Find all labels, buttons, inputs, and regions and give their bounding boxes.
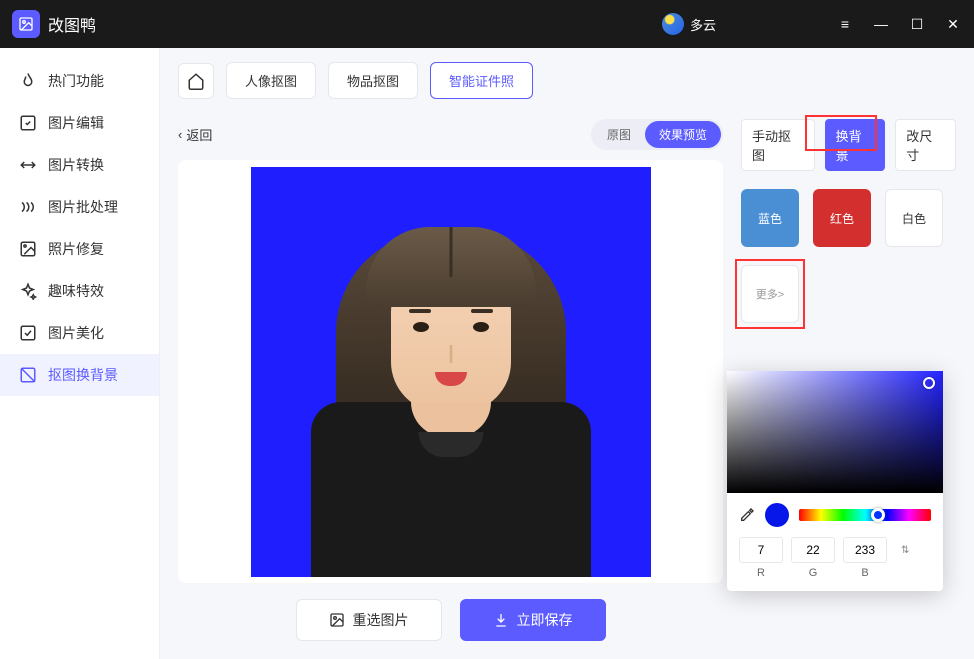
reselect-button[interactable]: 重选图片 [296,599,442,641]
close-button[interactable]: ✕ [944,16,962,33]
swatch-blue[interactable]: 蓝色 [741,189,799,247]
weather-icon [662,13,684,35]
weather-widget[interactable]: 多云 [662,13,716,35]
minimize-button[interactable]: — [872,16,890,33]
g-input[interactable] [791,537,835,563]
tab-idphoto[interactable]: 智能证件照 [430,62,533,99]
flame-icon [18,71,38,91]
rtab-resize[interactable]: 改尺寸 [895,119,956,171]
edit-icon [18,113,38,133]
app-title: 改图鸭 [48,12,96,36]
hue-cursor[interactable] [871,508,885,522]
toggle-preview[interactable]: 效果预览 [645,121,721,148]
titlebar: 改图鸭 多云 ≡ — ☐ ✕ [0,0,974,48]
app-logo-icon [12,10,40,38]
saturation-area[interactable] [727,371,943,493]
tab-object[interactable]: 物品抠图 [328,62,418,99]
sidebar-item-batch[interactable]: 图片批处理 [0,186,159,228]
weather-label: 多云 [690,15,716,34]
chevron-left-icon: ‹ [178,127,182,142]
photo-preview [251,167,651,577]
menu-button[interactable]: ≡ [836,16,854,33]
sidebar-item-beauty[interactable]: 图片美化 [0,312,159,354]
sidebar-item-edit[interactable]: 图片编辑 [0,102,159,144]
top-tabs: 人像抠图 物品抠图 智能证件照 [160,48,974,113]
convert-icon [18,155,38,175]
image-icon [329,612,345,628]
back-button[interactable]: ‹ 返回 [178,125,212,144]
sidebar-item-label: 图片美化 [48,323,104,343]
sparkle-icon [18,281,38,301]
cutout-icon [18,365,38,385]
toggle-original[interactable]: 原图 [593,121,645,148]
sidebar-item-label: 图片批处理 [48,197,118,217]
sidebar-item-label: 图片编辑 [48,113,104,133]
sidebar-item-repair[interactable]: 照片修复 [0,228,159,270]
sidebar-item-label: 照片修复 [48,239,104,259]
repair-icon [18,239,38,259]
canvas [178,160,723,583]
rtab-manual[interactable]: 手动抠图 [741,119,815,171]
save-button[interactable]: 立即保存 [460,599,606,641]
sidebar-item-effects[interactable]: 趣味特效 [0,270,159,312]
b-label: B [843,567,887,579]
batch-icon [18,197,38,217]
more-colors-button[interactable]: 更多> [741,265,799,323]
tab-portrait[interactable]: 人像抠图 [226,62,316,99]
b-input[interactable] [843,537,887,563]
r-label: R [739,567,783,579]
save-label: 立即保存 [517,610,573,630]
home-button[interactable] [178,63,214,99]
sidebar-item-cutout[interactable]: 抠图换背景 [0,354,159,396]
sidebar-item-label: 图片转换 [48,155,104,175]
swatch-white[interactable]: 白色 [885,189,943,247]
reselect-label: 重选图片 [353,610,409,630]
saturation-cursor[interactable] [923,377,935,389]
rtab-background[interactable]: 换背景 [825,119,886,171]
sidebar-item-convert[interactable]: 图片转换 [0,144,159,186]
current-color-swatch [765,503,789,527]
color-picker: ⇅ R G B [727,371,943,591]
eyedropper-icon[interactable] [739,507,755,523]
sidebar-item-label: 趣味特效 [48,281,104,301]
hue-slider[interactable] [799,509,931,521]
sidebar-item-label: 抠图换背景 [48,365,118,385]
r-input[interactable] [739,537,783,563]
view-toggle: 原图 效果预览 [591,119,723,150]
beauty-icon [18,323,38,343]
sidebar-item-hot[interactable]: 热门功能 [0,60,159,102]
home-icon [187,72,205,90]
maximize-button[interactable]: ☐ [908,16,926,33]
download-icon [493,612,509,628]
sidebar: 热门功能 图片编辑 图片转换 图片批处理 照片修复 趣味特效 图片美化 抠图换 [0,48,160,659]
back-label: 返回 [186,125,212,144]
sidebar-item-label: 热门功能 [48,71,104,91]
mode-switch-icon[interactable]: ⇅ [901,545,909,556]
swatch-red[interactable]: 红色 [813,189,871,247]
g-label: G [791,567,835,579]
